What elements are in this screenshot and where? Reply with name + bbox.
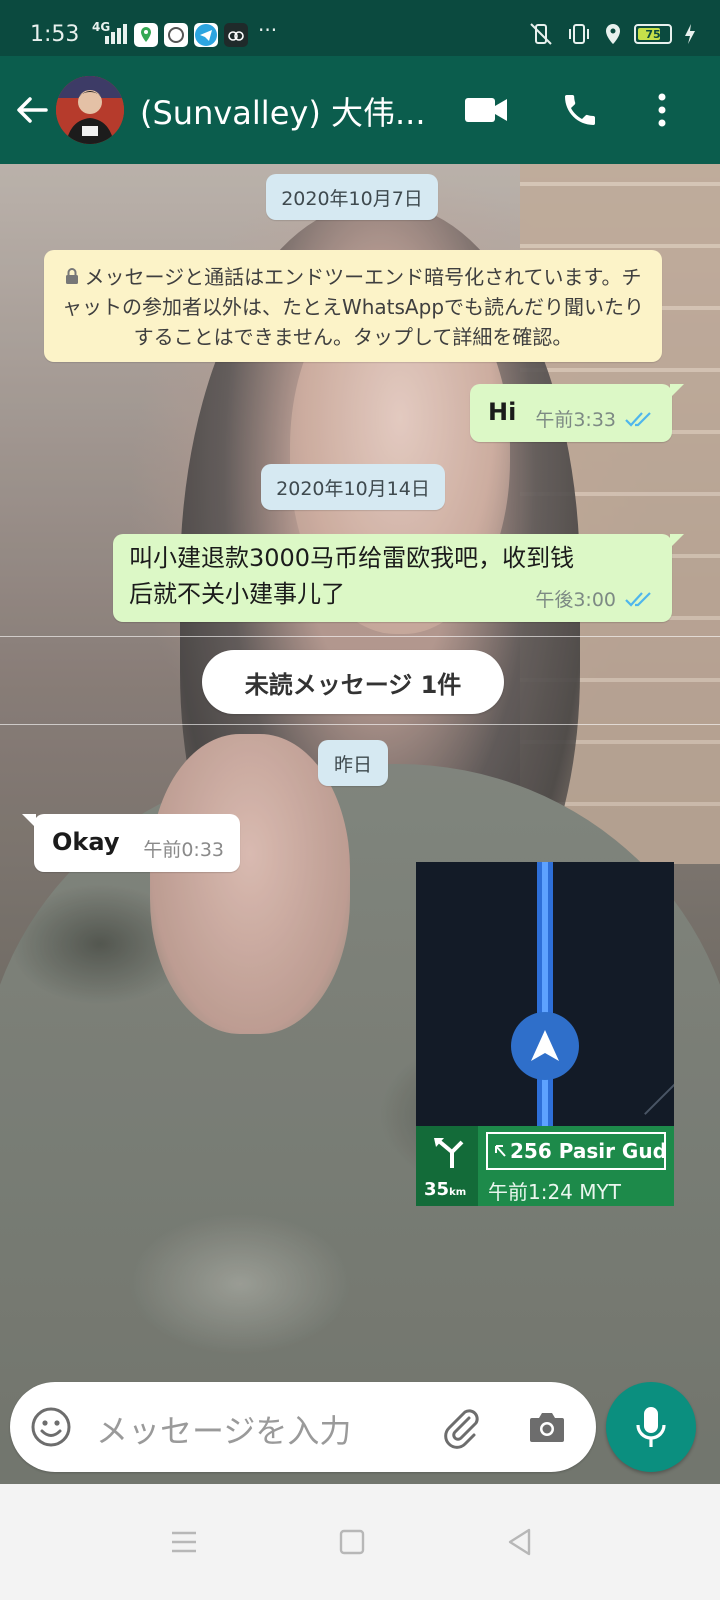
incoming-message[interactable]: Okay 午前0:33 [22, 814, 240, 872]
message-text-line-1: 叫小建退款3000马币给雷欧我吧，收到钱 [129, 544, 575, 572]
bubble-tail [670, 534, 684, 548]
chat-header: (Sunvalley) 大伟... [0, 56, 720, 164]
camera-icon[interactable] [524, 1404, 570, 1450]
more-options-icon [658, 93, 666, 127]
status-overflow: ··· [258, 18, 278, 42]
menu-icon [172, 1531, 196, 1553]
message-text-line-2: 后就不关小建事儿了 [129, 580, 345, 608]
message-meta: 午後3:00 [535, 585, 656, 612]
signal-icon [105, 24, 127, 44]
encryption-notice-text: メッセージと通話はエンドツーエンド暗号化されています。チャットの参加者以外は、た… [61, 265, 645, 349]
nfc-icon [569, 24, 589, 44]
video-call-button[interactable] [462, 86, 510, 134]
vibrate-icon [530, 23, 552, 45]
message-time: 午後3:00 [535, 589, 616, 611]
turn-arrow-small-icon [495, 1145, 506, 1157]
message-time: 午前0:33 [143, 839, 224, 861]
street-name: 256 Pasir Gud... [510, 1139, 666, 1163]
emoji-icon[interactable] [28, 1404, 74, 1450]
status-time: 1:53 [30, 22, 80, 47]
cloud-app-icon [224, 23, 248, 47]
attachment-icon[interactable] [438, 1404, 484, 1450]
chat-title[interactable]: (Sunvalley) 大伟... [140, 88, 430, 134]
bubble-tail [22, 814, 36, 828]
navigation-route-core [542, 862, 548, 1126]
read-receipt-icon [625, 591, 651, 607]
turn-box: 35km [416, 1126, 478, 1206]
navigation-arrow-icon [531, 1030, 559, 1061]
message-meta: 午前0:33 [143, 835, 224, 862]
system-navigation-bar [0, 1484, 720, 1600]
home-icon [339, 1529, 365, 1555]
encryption-notice[interactable]: メッセージと通話はエンドツーエンド暗号化されています。チャットの参加者以外は、た… [44, 250, 662, 362]
unread-divider-bottom [0, 724, 720, 725]
turn-distance: 35km [424, 1179, 466, 1200]
voice-message-button[interactable] [606, 1382, 696, 1472]
turn-distance-value: 35 [424, 1179, 450, 1200]
status-bar: 1:53 4G ··· 75 [0, 0, 720, 56]
map-road [644, 1071, 674, 1115]
battery-icon: 75 [634, 24, 672, 44]
back-triangle-icon [508, 1528, 531, 1556]
charging-icon [685, 24, 695, 44]
turn-left-icon [434, 1138, 464, 1168]
telegram-icon [194, 23, 218, 47]
message-composer: メッセージを入力 [10, 1382, 596, 1472]
voice-call-button[interactable] [556, 86, 604, 134]
message-time: 午前3:33 [535, 409, 616, 431]
contact-avatar[interactable] [56, 76, 124, 144]
date-chip: 昨日 [318, 740, 388, 786]
message-meta: 午前3:33 [535, 405, 656, 432]
back-arrow-icon[interactable] [12, 90, 52, 130]
message-text: Okay [52, 828, 120, 856]
outgoing-message[interactable]: 叫小建退款3000马币给雷欧我吧，收到钱 后就不关小建事儿了 午後3:00 [113, 534, 684, 622]
turn-distance-unit: km [449, 1187, 467, 1198]
read-receipt-icon [625, 411, 651, 427]
more-options-button[interactable] [638, 86, 686, 134]
back-button[interactable] [492, 1514, 548, 1570]
unread-messages-banner: 未読メッセージ 1件 [202, 650, 504, 714]
maps-app-icon [134, 23, 158, 47]
lock-icon [65, 268, 78, 284]
home-button[interactable] [324, 1514, 380, 1570]
app-icon [164, 23, 188, 47]
message-time: 午前1:24 MYT [488, 1180, 621, 1204]
microphone-icon [636, 1407, 666, 1447]
date-chip: 2020年10月7日 [266, 174, 438, 220]
video-call-icon [465, 98, 507, 122]
battery-level: 75 [645, 27, 661, 41]
message-text: Hi [488, 398, 517, 426]
outgoing-message[interactable]: Hi 午前3:33 [470, 384, 684, 442]
location-icon [606, 24, 620, 44]
navigation-image-message[interactable]: 35km 256 Pasir Gud... 午前1:24 MYT [416, 862, 674, 1206]
bubble-tail [670, 384, 684, 398]
message-input[interactable]: メッセージを入力 [96, 1406, 351, 1452]
date-chip: 2020年10月14日 [261, 464, 445, 510]
unread-divider-top [0, 636, 720, 637]
navigation-instruction-bar: 35km 256 Pasir Gud... 午前1:24 MYT [416, 1126, 674, 1206]
menu-button[interactable] [156, 1514, 212, 1570]
phone-call-icon [565, 95, 595, 125]
street-name-box: 256 Pasir Gud... [486, 1132, 666, 1170]
navigation-position [511, 1012, 579, 1080]
